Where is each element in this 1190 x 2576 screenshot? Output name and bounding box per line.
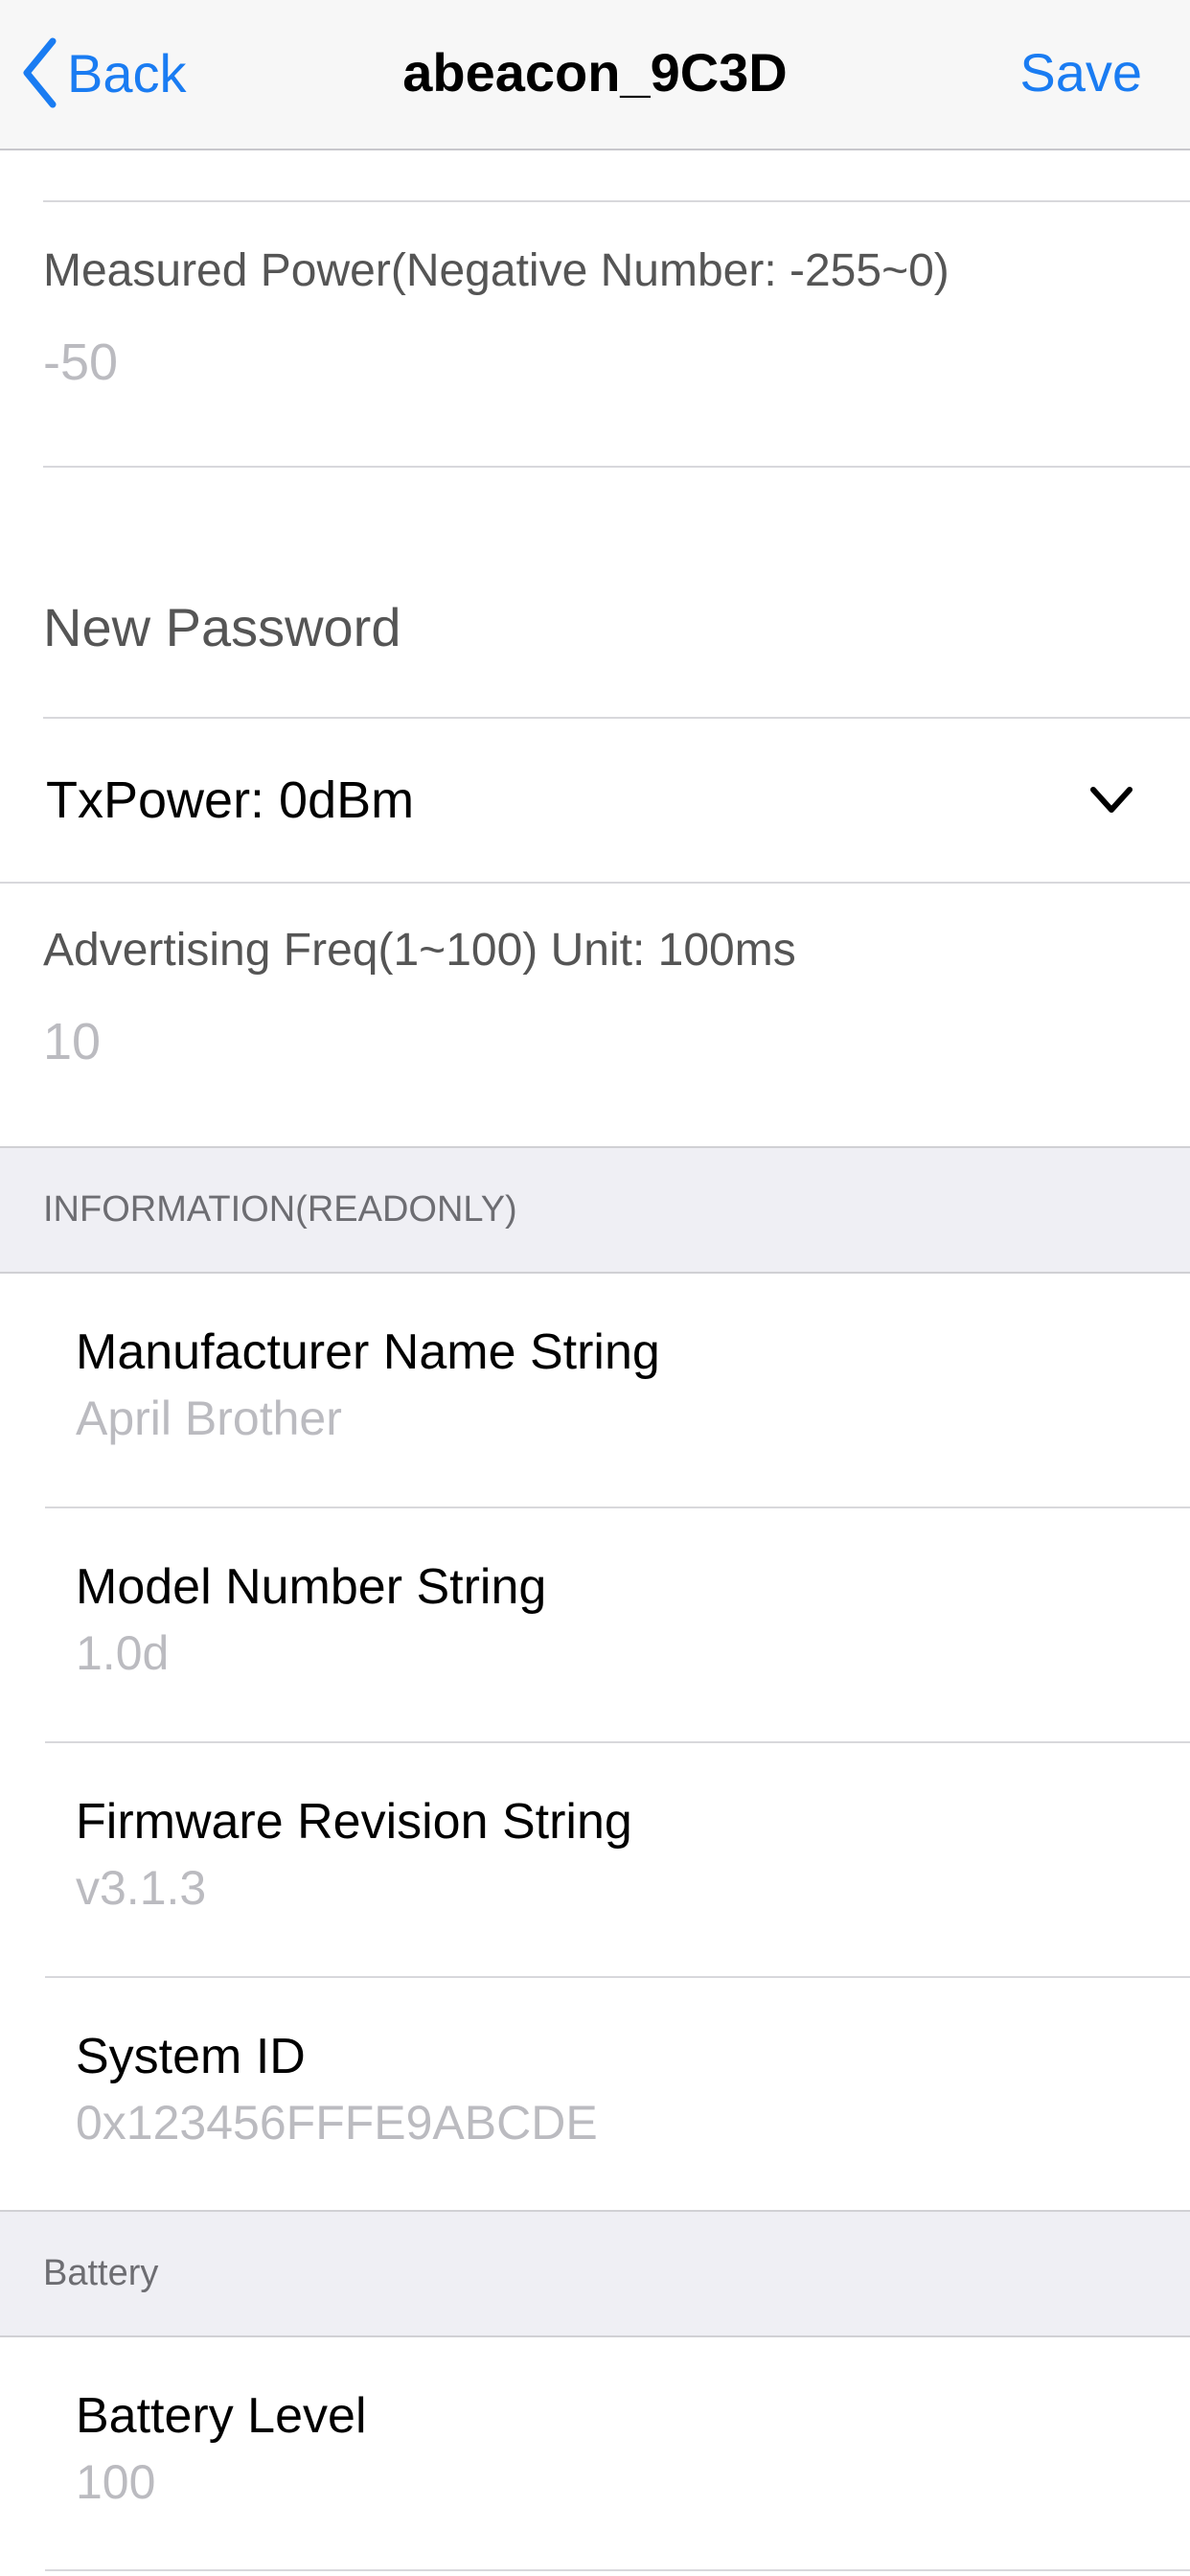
information-header-label: INFORMATION(READONLY) [43,1189,517,1230]
txpower-label: TxPower: 0dBm [46,771,415,829]
info-label: Manufacturer Name String [76,1324,660,1380]
info-label: Model Number String [76,1559,547,1615]
info-row-battery-level: Battery Level 100 [0,2337,1190,2569]
info-label: Battery Level [76,2388,367,2444]
info-value: April Brother [76,1392,342,1445]
information-section-header: INFORMATION(READONLY) [0,1146,1190,1274]
battery-section-header: Battery [0,2210,1190,2337]
info-row-model-number: Model Number String 1.0d [0,1508,1190,1741]
measured-power-input[interactable]: -50 [43,329,1190,396]
info-value: 100 [76,2455,156,2509]
info-row-system-id: System ID 0x123456FFFE9ABCDE [0,1978,1190,2210]
navigation-bar: Back abeacon_9C3D Save [0,0,1190,150]
scrolled-spacer [0,150,1190,200]
divider [45,2569,1190,2571]
save-button[interactable]: Save [1019,34,1142,111]
info-label: System ID [76,2029,306,2084]
info-value: 1.0d [76,1626,170,1680]
advertising-freq-input[interactable]: 10 [43,1008,1190,1075]
battery-header-label: Battery [43,2253,159,2293]
txpower-dropdown[interactable]: TxPower: 0dBm [0,719,1190,882]
measured-power-label: Measured Power(Negative Number: -255~0) [43,245,950,296]
settings-content: Measured Power(Negative Number: -255~0) … [0,150,1190,2571]
info-value: v3.1.3 [76,1861,207,1915]
advertising-freq-label: Advertising Freq(1~100) Unit: 100ms [43,925,796,976]
page-title: abeacon_9C3D [402,42,788,103]
chevron-down-icon [1090,787,1133,813]
info-label: Firmware Revision String [76,1794,632,1850]
info-row-manufacturer: Manufacturer Name String April Brother [0,1274,1190,1506]
info-value: 0x123456FFFE9ABCDE [76,2096,598,2150]
new-password-input[interactable]: New Password [43,599,1190,656]
advertising-freq-field[interactable]: Advertising Freq(1~100) Unit: 100ms 10 [0,884,1190,1146]
new-password-field[interactable]: New Password [0,468,1190,717]
measured-power-field[interactable]: Measured Power(Negative Number: -255~0) … [0,202,1190,466]
info-row-firmware: Firmware Revision String v3.1.3 [0,1743,1190,1976]
